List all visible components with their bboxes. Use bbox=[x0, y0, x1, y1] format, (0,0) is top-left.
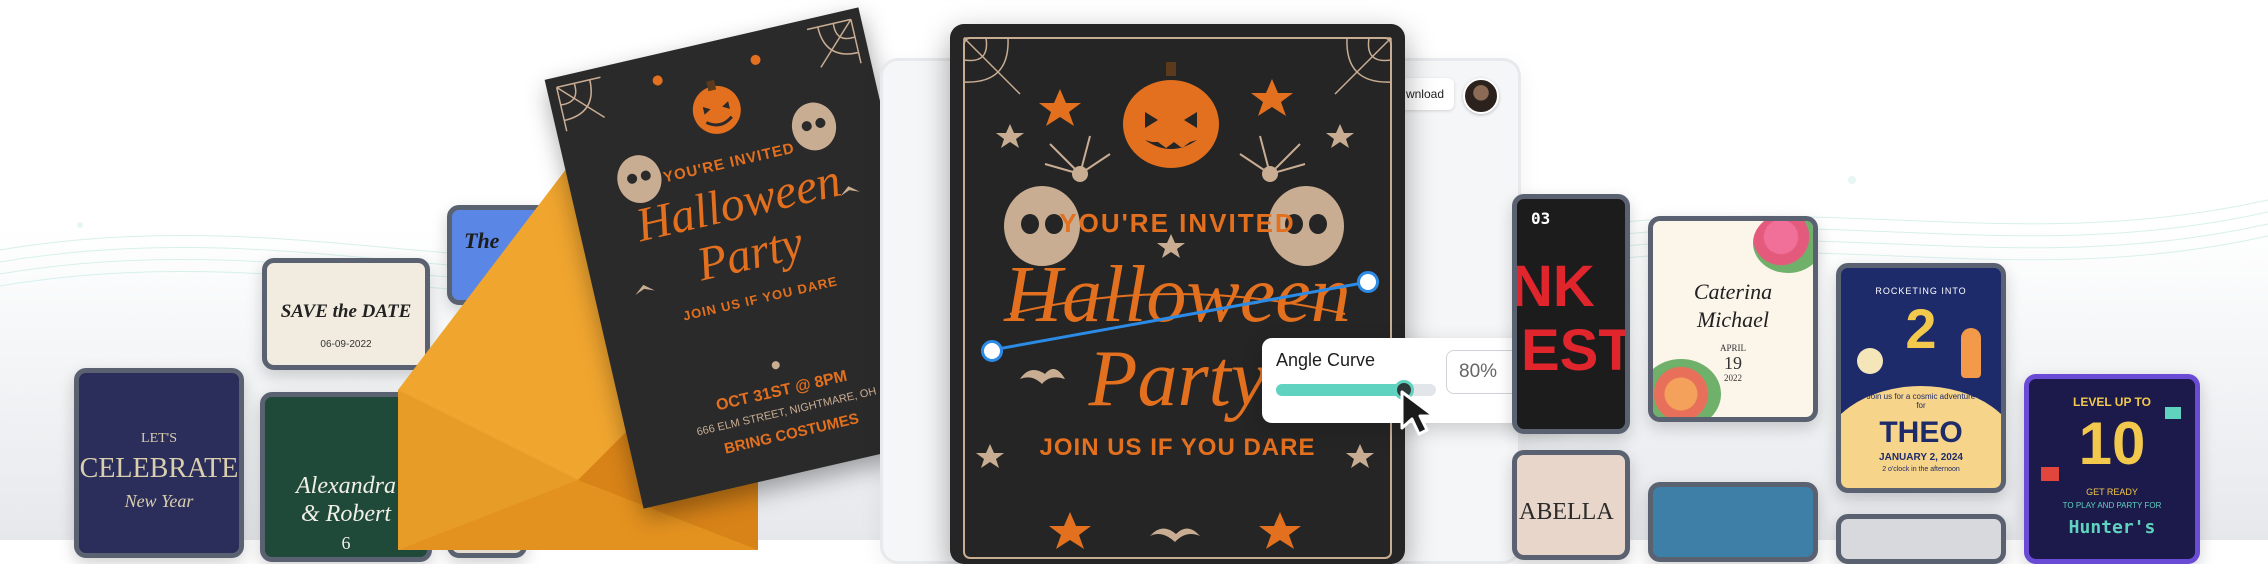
pool-party-card[interactable] bbox=[1648, 482, 1818, 562]
punk-big-2: EST bbox=[1521, 318, 1630, 383]
level-sub-2: TO PLAY AND PARTY FOR bbox=[2062, 501, 2162, 510]
floral-month: APRIL bbox=[1719, 343, 1746, 353]
angle-curve-value: 80% bbox=[1459, 361, 1498, 382]
mouse-cursor-icon bbox=[1400, 390, 1436, 436]
moon-icon bbox=[1857, 348, 1883, 374]
birthday-time: 2 o'clock in the afternoon bbox=[1882, 466, 1960, 473]
level-name: Hunter's bbox=[2068, 517, 2156, 538]
punk-issue: 03 bbox=[1531, 209, 1551, 228]
invader-icon-2 bbox=[2041, 467, 2059, 481]
birthday-cta: Join us for a cosmic adventure for bbox=[1866, 392, 1976, 410]
gray-partial-card[interactable] bbox=[1836, 514, 2006, 564]
level-up-card[interactable]: LEVEL UP TO 10 GET READY TO PLAY AND PAR… bbox=[2024, 374, 2200, 564]
celebrate-card[interactable]: LET'S CELEBRATE New Year bbox=[74, 368, 244, 558]
angle-curve-slider-fill bbox=[1276, 384, 1404, 396]
birthday-theo-card[interactable]: ROCKETING INTO 2 Join us for a cosmic ad… bbox=[1836, 263, 2006, 493]
main-invite-line2: JOIN US IF YOU DARE bbox=[1039, 434, 1316, 461]
punk-big-1: NK bbox=[1512, 254, 1595, 319]
floral-top-icon bbox=[1753, 221, 1813, 273]
birthday-date: JANUARY 2, 2024 bbox=[1879, 452, 1963, 463]
level-sub-1: GET READY bbox=[2086, 487, 2138, 497]
main-invite-line1: YOU'RE INVITED bbox=[1059, 208, 1296, 238]
curve-handle-start[interactable] bbox=[981, 340, 1003, 362]
angle-curve-label: Angle Curve bbox=[1276, 350, 1376, 370]
curve-handle-end[interactable] bbox=[1357, 271, 1379, 293]
punk-fest-card[interactable]: 03 NK EST bbox=[1512, 194, 1630, 434]
birthday-name: THEO bbox=[1879, 416, 1963, 449]
birthday-kicker: ROCKETING INTO bbox=[1875, 286, 1967, 296]
celebrate-sub: New Year bbox=[124, 491, 194, 511]
bella-text: ABELLA bbox=[1519, 499, 1614, 525]
floral-wedding-card[interactable]: Caterina Michael APRIL 19 2022 bbox=[1648, 216, 1818, 422]
floral-name-1: Caterina bbox=[1693, 279, 1773, 304]
floral-name-2: Michael bbox=[1696, 307, 1770, 332]
celebrate-lets: LET'S bbox=[141, 431, 177, 446]
user-avatar[interactable] bbox=[1463, 78, 1499, 114]
celebrate-title: CELEBRATE bbox=[79, 453, 239, 484]
rocket-icon bbox=[1961, 328, 1981, 378]
bella-card[interactable]: ABELLA bbox=[1512, 450, 1630, 560]
invader-icon bbox=[2165, 407, 2181, 419]
